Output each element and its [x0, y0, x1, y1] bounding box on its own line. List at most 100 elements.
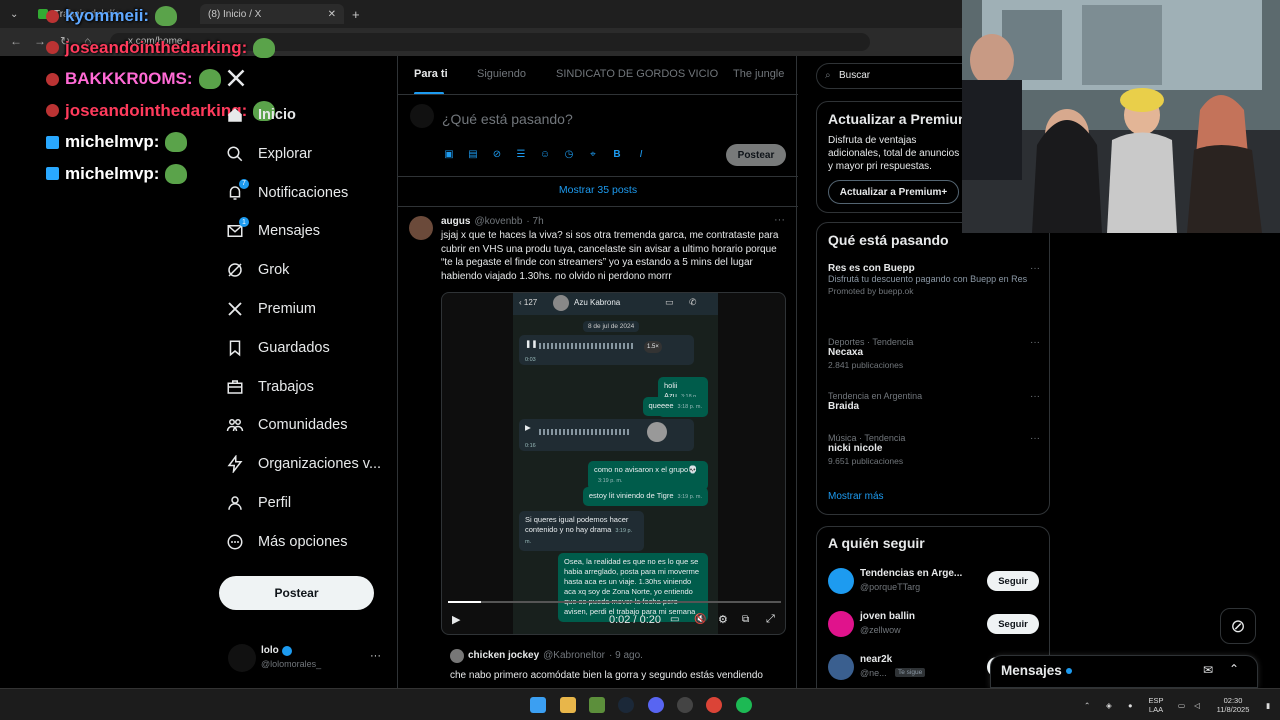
clock[interactable]: 02:30 11/8/2025 — [1208, 696, 1258, 714]
follow-button[interactable]: Seguir — [987, 614, 1039, 634]
nav-item-inicio[interactable]: Inicio — [226, 106, 296, 124]
language-indicator[interactable]: ESP LAA — [1146, 696, 1166, 714]
more-icon[interactable]: ··· — [774, 214, 785, 226]
nav-item-mensajes[interactable]: 1 Mensajes — [226, 217, 320, 240]
minecraft-icon[interactable] — [589, 697, 605, 713]
tab-list-button[interactable]: ⌄ — [2, 4, 24, 24]
nav-item-perfil[interactable]: Perfil — [226, 494, 291, 512]
follow-name: near2k — [860, 654, 893, 665]
video-progress-track[interactable] — [448, 601, 781, 603]
show-new-posts[interactable]: Mostrar 35 posts — [398, 184, 798, 196]
x-logo-icon[interactable] — [226, 68, 246, 93]
volume-icon[interactable]: ◁ — [1194, 701, 1200, 710]
more-icon[interactable]: ··· — [1030, 433, 1040, 444]
play-icon[interactable]: ▶ — [452, 613, 460, 626]
poll-icon[interactable]: ☰ — [515, 149, 527, 161]
messages-drawer[interactable]: Mensajes ✉ ⌃ — [990, 655, 1258, 688]
steam-icon[interactable] — [618, 697, 634, 713]
nav-item-más-opciones[interactable]: Más opciones — [226, 533, 347, 551]
compose-input[interactable]: ¿Qué está pasando? — [442, 111, 573, 127]
quoted-author-handle[interactable]: @Kabroneltor — [543, 650, 605, 661]
nav-item-grok[interactable]: Grok — [226, 261, 289, 279]
trend-meta: Música · Tendencia — [828, 433, 906, 443]
schedule-icon[interactable]: ◷ — [563, 149, 575, 161]
italic-icon[interactable]: I — [635, 149, 647, 161]
tab-x-home[interactable]: (8) Inicio / X ✕ — [200, 4, 344, 24]
nav-item-organizaciones-v[interactable]: Organizaciones v... — [226, 455, 381, 474]
spotify-icon[interactable] — [736, 697, 752, 713]
pip-icon[interactable]: ⧉ — [742, 614, 749, 625]
bold-icon[interactable]: B — [611, 149, 623, 161]
upgrade-premium-button[interactable]: Actualizar a Premium+ — [828, 180, 959, 204]
mute-icon[interactable]: 🔇 — [694, 614, 706, 625]
follows-you-badge: Te sigue — [895, 668, 926, 677]
more-icon[interactable]: ··· — [1030, 337, 1040, 348]
trend-item[interactable]: Tendencia en Argentina Braida ··· — [828, 391, 1040, 412]
chat-message: michelmvp: — [46, 163, 188, 184]
trend-count: 9.651 publicaciones — [828, 456, 904, 466]
gif-icon[interactable]: ▤ — [467, 149, 479, 161]
trend-item[interactable]: Deportes · Tendencia Necaxa 2.841 publicac… — [828, 337, 1040, 370]
tweet-video[interactable]: ‹ 127 Azu Kabrona ▭ ✆ 8 de jul de 2024 ❚… — [441, 292, 786, 635]
search-input[interactable]: ⌕ Buscar — [816, 63, 976, 89]
tweet-time[interactable]: · 7h — [526, 216, 543, 227]
more-icon[interactable]: ··· — [370, 650, 381, 662]
timeline-tab[interactable]: Siguiendo — [477, 68, 526, 80]
trend-item[interactable]: Res es con Buepp Disfrutá tu descuento pa… — [828, 263, 1040, 296]
new-tab-button[interactable]: + — [344, 4, 364, 24]
settings-icon[interactable]: ⚙ — [718, 613, 728, 626]
trend-item[interactable]: Música · Tendencia nicki nicole 9.651 publ… — [828, 433, 1040, 466]
follow-suggestion[interactable]: Tendencias en Arge... @porqueTTarg Seguir — [817, 567, 1049, 599]
show-more-link[interactable]: Mostrar más — [828, 491, 884, 502]
more-icon[interactable]: ··· — [1030, 263, 1040, 274]
grok-floating-button[interactable]: ⊘ — [1220, 608, 1256, 644]
notifications-icon[interactable]: ▮ — [1266, 701, 1270, 710]
nav-item-premium[interactable]: Premium — [226, 300, 316, 318]
network-icon[interactable]: ▭ — [1178, 701, 1185, 710]
file-explorer-icon[interactable] — [560, 697, 576, 713]
captions-icon[interactable]: ▭ — [670, 614, 679, 625]
tweet-author-name[interactable]: augus — [441, 216, 470, 227]
timeline-tab[interactable]: The jungle — [733, 68, 784, 80]
account-switcher[interactable]: lolo @lolomorales_ ··· — [228, 642, 388, 678]
timeline-tab[interactable]: Para ti — [414, 68, 448, 80]
avatar — [410, 104, 434, 128]
discord-icon[interactable] — [648, 697, 664, 713]
avatar[interactable] — [450, 649, 464, 663]
chat-bubble: queeee 3:18 p. m. — [642, 397, 708, 416]
location-icon[interactable]: ⌖ — [587, 149, 599, 161]
close-icon[interactable]: ✕ — [328, 9, 336, 20]
nav-item-explorar[interactable]: Explorar — [226, 145, 312, 163]
emoji-icon[interactable]: ☺ — [539, 149, 551, 161]
nav-item-trabajos[interactable]: Trabajos — [226, 378, 314, 396]
more-icon[interactable]: ··· — [1030, 391, 1040, 402]
nav-item-guardados[interactable]: Guardados — [226, 339, 330, 357]
fullscreen-icon[interactable]: ⤢ — [766, 613, 775, 626]
nav-item-notificaciones[interactable]: 7 Notificaciones — [226, 178, 349, 202]
post-button[interactable]: Postear — [219, 576, 374, 610]
timeline-tab[interactable]: SINDICATO DE GORDOS VICIO — [556, 68, 718, 80]
nav-item-label: Notificaciones — [258, 184, 349, 201]
mic-icon[interactable]: ● — [1128, 701, 1133, 710]
nav-item-comunidades[interactable]: Comunidades — [226, 416, 347, 434]
obs-icon[interactable] — [677, 697, 693, 713]
windows-start-icon[interactable] — [530, 697, 546, 713]
security-icon[interactable]: ◈ — [1106, 701, 1112, 710]
grok-small-icon[interactable]: ⊘ — [491, 149, 503, 161]
new-message-icon[interactable]: ✉ — [1203, 663, 1213, 677]
compose-post-button[interactable]: Postear — [726, 144, 786, 166]
forward-arrow-icon[interactable]: → — [34, 34, 46, 48]
quoted-author-name[interactable]: chicken jockey — [468, 650, 539, 661]
image-icon[interactable]: ▣ — [443, 149, 455, 161]
avatar[interactable] — [409, 216, 433, 240]
follow-suggestion[interactable]: joven ballin @zellwow Seguir — [817, 610, 1049, 642]
tweet-author-handle[interactable]: @kovenbb — [474, 216, 522, 227]
follow-button[interactable]: Seguir — [987, 571, 1039, 591]
nav-item-label: Comunidades — [258, 417, 348, 434]
chrome-icon[interactable] — [706, 697, 722, 713]
chat-badge-icon — [46, 104, 59, 117]
expand-icon[interactable]: ⌃ — [1229, 662, 1239, 676]
tray-chevron-icon[interactable]: ⌃ — [1084, 701, 1090, 710]
mail-icon: 1 — [226, 217, 249, 240]
back-arrow-icon[interactable]: ← — [10, 34, 22, 48]
